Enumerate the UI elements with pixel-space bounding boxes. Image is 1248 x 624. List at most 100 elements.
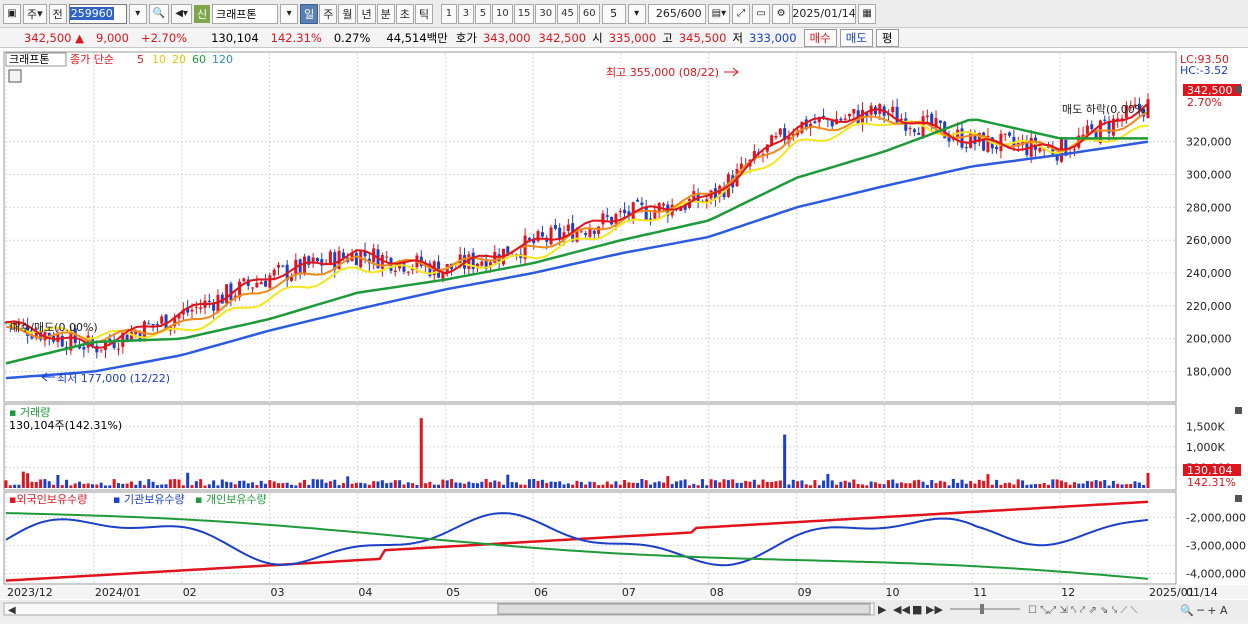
- date-input[interactable]: 2025/01/14: [792, 3, 857, 24]
- prev-button[interactable]: 전: [48, 3, 67, 24]
- tab-month[interactable]: 월: [338, 3, 357, 24]
- volume-bar: [1133, 481, 1137, 488]
- volume-bar: [917, 479, 921, 488]
- stop-icon[interactable]: ■: [912, 603, 922, 616]
- save-icon[interactable]: ▭: [752, 3, 771, 24]
- draw-tools-icons[interactable]: ☐ ⤡⤢ ⇲ ⤣ ⤤ ⇗ ⇘ ⤥ ⟋ ⟍: [1028, 605, 1137, 616]
- volume-bar: [562, 484, 566, 488]
- calendar-icon[interactable]: ▦: [858, 3, 877, 24]
- volume-bar: [809, 485, 813, 488]
- low-price: 333,000: [749, 30, 797, 45]
- holdings-panel-close-icon[interactable]: [1235, 495, 1242, 502]
- volume-bar: [359, 482, 363, 488]
- interval-5[interactable]: 5: [474, 3, 491, 24]
- volume-bar: [657, 481, 661, 488]
- volume-bar: [8, 485, 12, 488]
- chevron-down-icon[interactable]: ▾: [128, 3, 147, 24]
- volume-bar: [82, 483, 86, 488]
- volume-bar: [527, 479, 531, 488]
- volume-bar: [848, 482, 852, 488]
- interval-60[interactable]: 60: [578, 3, 600, 24]
- scrollbar-thumb[interactable]: [497, 603, 871, 615]
- volume-bar: [1003, 483, 1007, 488]
- volume-bar: [251, 482, 255, 488]
- volume-bar: [973, 483, 977, 488]
- zoom-icons[interactable]: 🔍 ─ + A: [1180, 603, 1228, 617]
- candle-body: [614, 214, 618, 224]
- candle-body: [251, 287, 255, 289]
- volume-bar: [835, 484, 839, 488]
- volume-bar: [865, 485, 869, 488]
- gear-icon[interactable]: ⚙: [772, 3, 791, 24]
- scroll-left-icon[interactable]: ◀: [8, 605, 16, 616]
- candle-body: [601, 213, 605, 225]
- interval-1[interactable]: 1: [440, 3, 457, 24]
- zoom-slider-handle[interactable]: [980, 604, 984, 614]
- institution-holdings-title: ▪ 기관보유수량: [113, 493, 185, 506]
- interval-15[interactable]: 15: [513, 3, 535, 24]
- volume-bar: [977, 479, 981, 488]
- speaker-icon[interactable]: ◀▾: [171, 3, 192, 24]
- market-select[interactable]: 주 ▾: [23, 3, 47, 24]
- scroll-right-icon[interactable]: ▶: [878, 603, 887, 616]
- volume-bar: [238, 480, 242, 488]
- volume-bar: [575, 480, 579, 488]
- tab-day[interactable]: 일: [300, 3, 319, 24]
- volume-bar: [644, 480, 648, 488]
- ask-label: 호가: [455, 30, 477, 45]
- volume-bar: [748, 481, 752, 488]
- candle-body: [116, 348, 120, 350]
- stock-chart[interactable]: 크래프톤 종가 단순 5 10 20 60 120 LC:93.50 HC:-3…: [0, 48, 1248, 621]
- volume-bar: [982, 480, 986, 488]
- stock-code-input[interactable]: 259960: [68, 3, 127, 24]
- panel-settings-icon[interactable]: [8, 69, 22, 83]
- volume-bar: [925, 484, 929, 488]
- search-icon[interactable]: 🔍: [148, 3, 170, 24]
- rewind-icon[interactable]: ◀◀: [893, 603, 910, 616]
- volume-panel-close-icon[interactable]: [1235, 407, 1242, 414]
- volume-bar: [186, 472, 190, 488]
- tab-week[interactable]: 주: [319, 3, 338, 24]
- tab-second[interactable]: 초: [395, 3, 414, 24]
- chart-tools-icon[interactable]: ▤▾: [707, 3, 731, 24]
- tab-minute[interactable]: 분: [376, 3, 395, 24]
- crosshair-icon[interactable]: ⤢: [732, 3, 751, 24]
- forward-icon[interactable]: ▶▶: [926, 603, 943, 616]
- volume-bar: [506, 474, 510, 488]
- interval-10[interactable]: 10: [491, 3, 513, 24]
- volume-bar: [709, 479, 713, 488]
- right-note: 매도 하락(0.00%): [1062, 102, 1150, 116]
- volume-title: ▪ 거래량: [9, 406, 50, 419]
- eval-button[interactable]: 평: [875, 28, 899, 47]
- buy-button[interactable]: 매수: [803, 28, 837, 47]
- tab-year[interactable]: 년: [357, 3, 376, 24]
- volume-bar: [1038, 483, 1042, 488]
- new-badge: 신: [193, 4, 211, 23]
- tab-tick[interactable]: 틱: [414, 3, 433, 24]
- interval-45[interactable]: 45: [557, 3, 578, 24]
- interval-input[interactable]: 5: [601, 3, 626, 24]
- interval-dropdown-icon[interactable]: ▾: [627, 3, 646, 24]
- interval-3[interactable]: 3: [457, 3, 474, 24]
- volume-bar: [861, 484, 864, 488]
- current-price: 342,500 ▲: [23, 30, 84, 45]
- volume-bar: [43, 479, 47, 488]
- price-panel-close-icon[interactable]: [1235, 86, 1242, 93]
- sell-button[interactable]: 매도: [839, 28, 873, 47]
- volume-bar: [497, 481, 501, 488]
- window-icon[interactable]: ▣: [3, 3, 21, 24]
- individual-holdings-title: ▪ 개인보유수량: [195, 493, 267, 506]
- price-axis: 320,000 300,000 280,000 260,000 240,000 220,0…: [1186, 136, 1232, 379]
- volume-bar: [398, 480, 402, 488]
- volume-bar: [592, 482, 596, 488]
- holdings-tick-label: -2,000,000: [1186, 511, 1246, 524]
- candle-body: [480, 261, 484, 266]
- volume-bar: [454, 482, 458, 488]
- count-input[interactable]: 265/600: [647, 3, 706, 24]
- stock-menu-icon[interactable]: ▾: [280, 3, 299, 24]
- interval-30[interactable]: 30: [535, 3, 557, 24]
- volume-bar: [21, 471, 25, 488]
- volume-bar: [225, 481, 229, 488]
- volume-bar: [1034, 484, 1038, 488]
- volume-bar: [1025, 484, 1029, 488]
